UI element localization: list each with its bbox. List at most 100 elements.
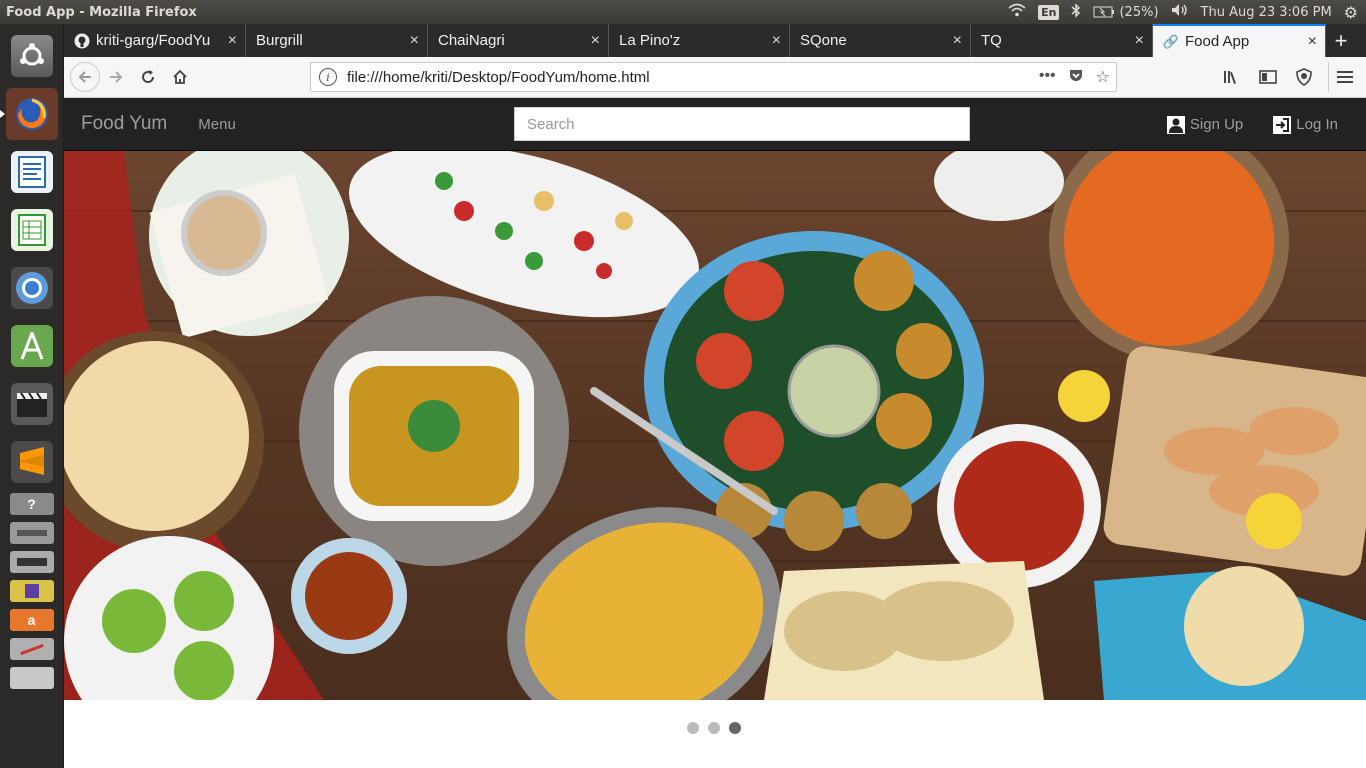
launcher-app-1[interactable] — [6, 578, 58, 604]
carousel-indicator-active[interactable] — [729, 722, 741, 734]
log-in-icon — [1273, 115, 1292, 134]
search-input[interactable]: Search — [514, 107, 970, 141]
tab-food-app[interactable]: 🔗 Food App × — [1153, 24, 1326, 57]
tab-label: Burgrill — [256, 32, 303, 49]
navigation-toolbar: i file:///home/kriti/Desktop/FoodYum/hom… — [64, 57, 1366, 98]
carousel-slide-image — [64, 151, 1366, 700]
home-button[interactable] — [164, 62, 196, 92]
page-actions-icon[interactable]: ••• — [1039, 67, 1056, 88]
clapperboard-icon — [10, 383, 53, 425]
reload-icon — [142, 70, 155, 83]
tab-label: La Pino'z — [619, 32, 681, 49]
food-spread-illustration — [64, 151, 1366, 700]
chromium-icon — [10, 267, 53, 309]
user-icon — [1166, 115, 1185, 134]
launcher-app-3[interactable] — [6, 665, 58, 691]
extension-button[interactable] — [1288, 62, 1320, 92]
running-indicator — [0, 110, 5, 118]
login-label: Log In — [1296, 116, 1338, 133]
clock[interactable]: Thu Aug 23 3:06 PM — [1201, 5, 1332, 20]
address-bar[interactable]: i file:///home/kriti/Desktop/FoodYum/hom… — [310, 62, 1117, 92]
tab-close-icon[interactable]: × — [591, 32, 600, 50]
tab-tq[interactable]: TQ × — [971, 24, 1153, 57]
settings-gear-icon[interactable]: ⚙ — [1344, 3, 1358, 22]
app-icon — [9, 667, 54, 689]
shield-extension-icon — [1296, 68, 1312, 86]
url-text[interactable]: file:///home/kriti/Desktop/FoodYum/home.… — [347, 69, 650, 86]
launcher-video-editor[interactable] — [6, 378, 58, 430]
new-tab-button[interactable]: + — [1326, 24, 1356, 57]
tab-close-icon[interactable]: × — [1135, 32, 1144, 50]
tab-close-icon[interactable]: × — [1308, 33, 1317, 51]
tab-label: ChaiNagri — [438, 32, 505, 49]
sidebar-button[interactable] — [1252, 62, 1284, 92]
launcher-drive-1[interactable] — [6, 520, 58, 546]
home-icon — [173, 69, 187, 84]
launcher-sublime-text[interactable] — [6, 436, 58, 488]
amazon-icon: a — [9, 609, 54, 631]
site-brand[interactable]: Food Yum — [81, 113, 167, 135]
tab-label: SQone — [800, 32, 847, 49]
launcher-app-2[interactable] — [6, 636, 58, 662]
wifi-icon[interactable] — [1008, 3, 1026, 21]
window-title: Food App - Mozilla Firefox — [6, 4, 197, 20]
back-button[interactable] — [70, 62, 100, 92]
pocket-icon[interactable] — [1068, 67, 1084, 88]
launcher-firefox[interactable] — [0, 88, 58, 140]
launcher-android-studio[interactable] — [6, 320, 58, 372]
hamburger-menu-icon — [1336, 71, 1353, 83]
launcher-ubuntu-dash[interactable] — [6, 30, 58, 82]
tab-chainagri[interactable]: ChaiNagri × — [428, 24, 609, 57]
login-link[interactable]: Log In — [1273, 115, 1338, 134]
bookmark-star-icon[interactable]: ☆ — [1096, 67, 1110, 88]
signup-label: Sign Up — [1189, 116, 1244, 133]
tab-label: kriti-garg/FoodYu — [96, 32, 211, 49]
firefox-icon — [11, 93, 53, 135]
link-icon: 🔗 — [1162, 33, 1180, 49]
spreadsheet-calc-icon — [10, 209, 53, 251]
forward-button[interactable] — [100, 62, 132, 92]
hamburger-menu-button[interactable] — [1328, 62, 1360, 92]
launcher-calc[interactable] — [6, 204, 58, 256]
launcher-drive-2[interactable] — [6, 549, 58, 575]
web-page: Food Yum Menu Search Sign Up Log In — [64, 98, 1366, 768]
tab-label: TQ — [981, 32, 1002, 49]
drive-icon — [9, 522, 54, 544]
back-arrow-icon — [78, 71, 91, 83]
volume-icon[interactable] — [1171, 3, 1189, 21]
document-writer-icon — [10, 151, 53, 193]
signup-link[interactable]: Sign Up — [1166, 115, 1244, 134]
unity-launcher: ? a — [0, 24, 64, 768]
keyboard-layout-indicator[interactable]: En — [1038, 4, 1060, 20]
battery-indicator[interactable]: (25%) — [1093, 5, 1159, 20]
launcher-chromium[interactable] — [6, 262, 58, 314]
forward-arrow-icon — [110, 71, 123, 83]
tab-strip: kriti-garg/FoodYu × Burgrill × ChaiNagri… — [64, 24, 1366, 57]
carousel-indicator[interactable] — [708, 722, 720, 734]
carousel-indicators — [687, 722, 741, 734]
tab-close-icon[interactable]: × — [953, 32, 962, 50]
library-button[interactable] — [1216, 62, 1248, 92]
bluetooth-icon[interactable] — [1071, 2, 1081, 22]
launcher-help[interactable]: ? — [6, 491, 58, 517]
github-icon — [74, 33, 90, 49]
library-icon — [1224, 71, 1236, 84]
tab-github[interactable]: kriti-garg/FoodYu × — [64, 24, 246, 57]
tab-close-icon[interactable]: × — [772, 32, 781, 50]
tab-sqone[interactable]: SQone × — [790, 24, 971, 57]
tab-close-icon[interactable]: × — [228, 32, 237, 50]
tab-close-icon[interactable]: × — [410, 32, 419, 50]
reload-button[interactable] — [132, 62, 164, 92]
help-icon: ? — [9, 493, 54, 515]
sublime-text-icon — [10, 441, 53, 483]
ubuntu-logo-icon — [10, 35, 53, 77]
site-info-icon[interactable]: i — [319, 68, 337, 86]
sidebar-icon — [1259, 70, 1277, 84]
carousel-indicator[interactable] — [687, 722, 699, 734]
menu-link[interactable]: Menu — [198, 116, 236, 133]
launcher-writer[interactable] — [6, 146, 58, 198]
launcher-amazon[interactable]: a — [6, 607, 58, 633]
tab-burgrill[interactable]: Burgrill × — [246, 24, 428, 57]
tab-lapinoz[interactable]: La Pino'z × — [609, 24, 790, 57]
battery-icon — [1093, 6, 1115, 18]
